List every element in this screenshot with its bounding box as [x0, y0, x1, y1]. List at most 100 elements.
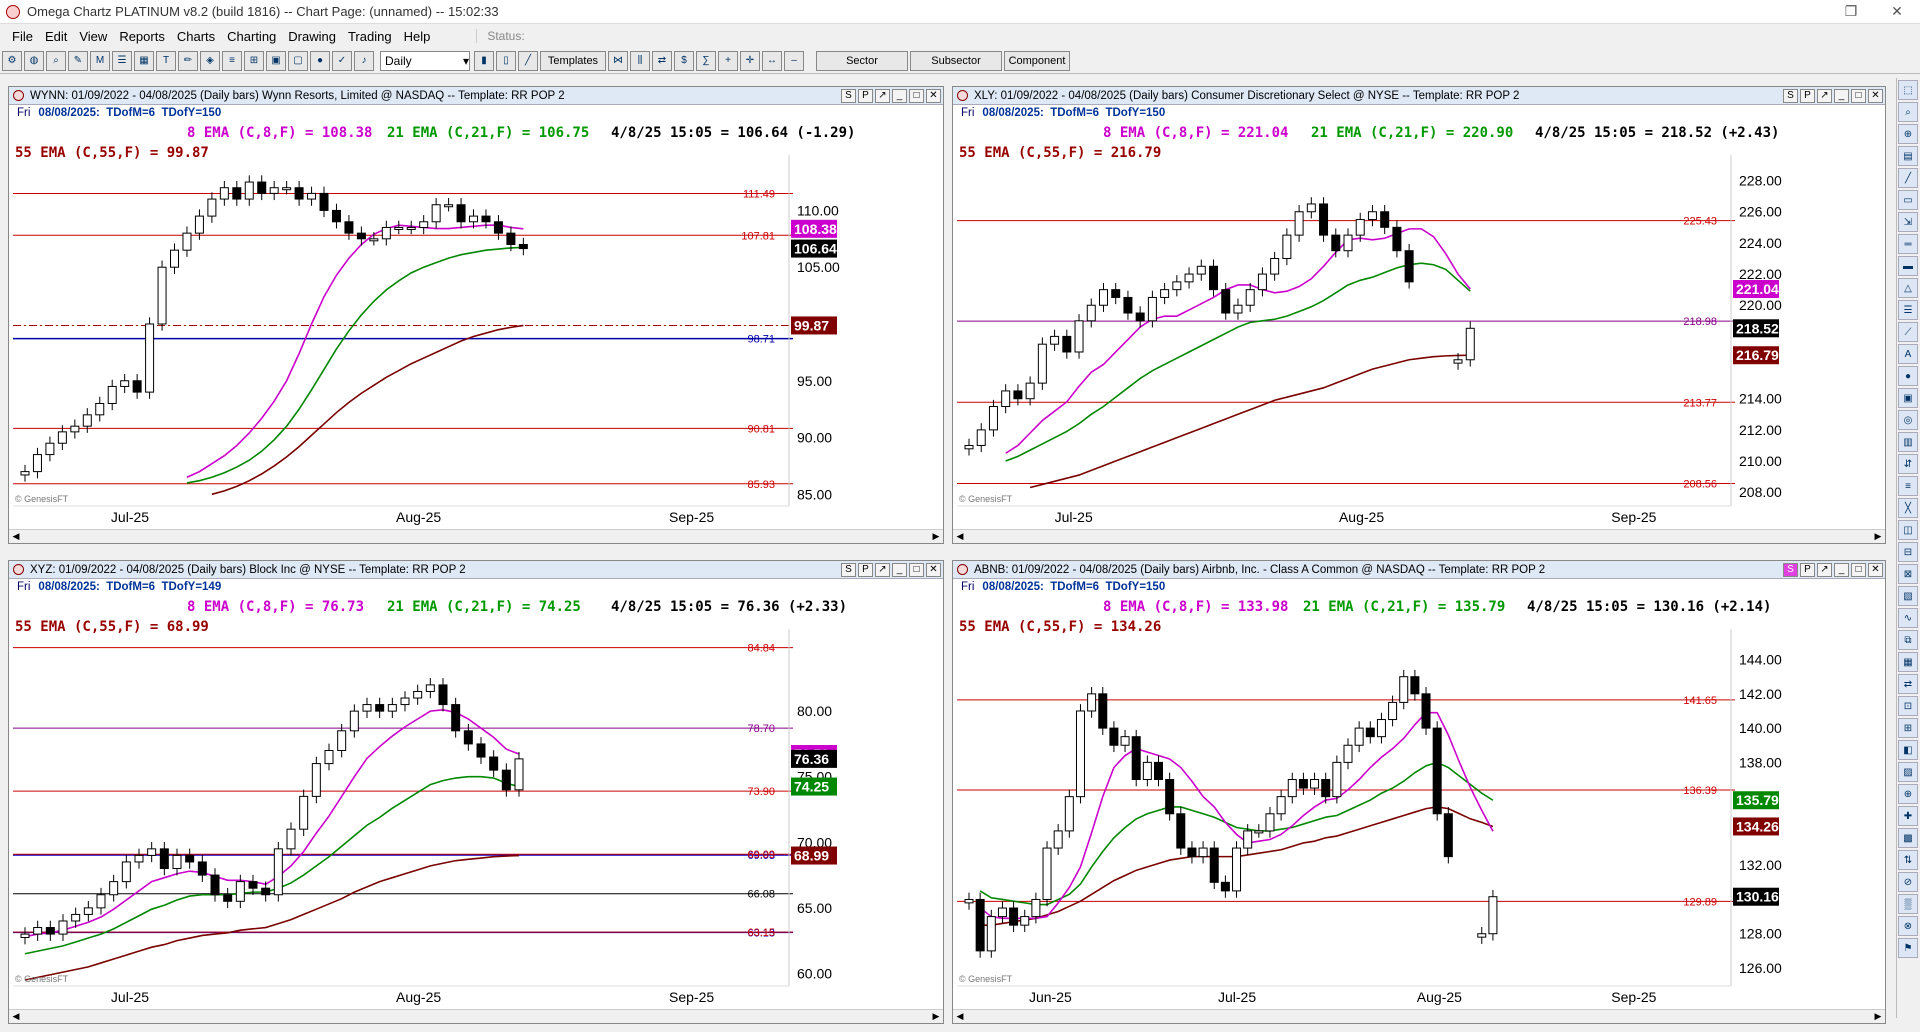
candle[interactable] — [96, 887, 106, 915]
candle[interactable] — [1477, 926, 1487, 944]
candle[interactable] — [58, 914, 68, 941]
candle[interactable] — [362, 697, 372, 718]
candle[interactable] — [1354, 721, 1364, 753]
panel-symbol-icon[interactable] — [957, 564, 968, 575]
scroll-right-icon[interactable]: ▶ — [1871, 530, 1885, 543]
candle[interactable] — [1310, 772, 1320, 795]
candle[interactable] — [406, 220, 416, 235]
candle[interactable] — [476, 737, 486, 764]
interval-select[interactable]: Daily ▾ — [380, 50, 470, 71]
draw-tool-22-icon[interactable]: ⊟ — [1898, 542, 1918, 562]
panel-minimize-icon[interactable]: _ — [892, 88, 907, 103]
draw-tool-9-icon[interactable]: ▬ — [1898, 256, 1918, 276]
candle[interactable] — [381, 220, 391, 246]
price-chart[interactable]: 8 EMA (C,8,F) = 76.73 21 EMA (C,21,F) = 7… — [9, 595, 943, 1008]
candle[interactable] — [1265, 806, 1275, 838]
candle[interactable] — [1111, 282, 1121, 305]
candle[interactable] — [121, 855, 131, 889]
candle[interactable] — [1380, 205, 1390, 235]
candle[interactable] — [294, 181, 304, 206]
scroll-left-icon[interactable]: ◀ — [9, 530, 23, 543]
candle[interactable] — [1319, 197, 1329, 242]
candle[interactable] — [1131, 729, 1141, 787]
pencil-icon[interactable]: ✏ — [178, 50, 198, 71]
scroll-right-icon[interactable]: ▶ — [929, 1010, 943, 1023]
candle[interactable] — [1331, 228, 1341, 258]
panel-maximize-icon[interactable]: □ — [1851, 562, 1866, 577]
draw-tool-18-icon[interactable]: ⇵ — [1898, 454, 1918, 474]
candle[interactable] — [95, 396, 105, 422]
candle[interactable] — [514, 752, 524, 797]
scroll-left-icon[interactable]: ◀ — [953, 1010, 967, 1023]
candle[interactable] — [489, 750, 499, 777]
candle[interactable] — [1142, 755, 1152, 787]
grid-icon[interactable]: ▦ — [134, 50, 154, 71]
candle[interactable] — [1176, 806, 1186, 855]
candle[interactable] — [1232, 841, 1242, 898]
draw-tool-36-icon[interactable]: ⇅ — [1898, 850, 1918, 870]
candle[interactable] — [1165, 772, 1175, 821]
candle[interactable] — [964, 438, 974, 456]
draw-tool-33-icon[interactable]: ⊕ — [1898, 784, 1918, 804]
draw-tool-15-icon[interactable]: ▣ — [1898, 388, 1918, 408]
dollar-icon[interactable]: $ — [674, 50, 694, 71]
candle[interactable] — [232, 181, 242, 206]
candle[interactable] — [1025, 376, 1035, 406]
candle[interactable] — [456, 198, 466, 229]
draw-tool-17-icon[interactable]: ▥ — [1898, 432, 1918, 452]
candle[interactable] — [1355, 212, 1365, 242]
candle[interactable] — [1009, 901, 1019, 932]
candle[interactable] — [1050, 329, 1060, 351]
draw-tool-32-icon[interactable]: ▨ — [1898, 762, 1918, 782]
candle[interactable] — [70, 419, 80, 439]
candle[interactable] — [20, 464, 30, 482]
candle[interactable] — [964, 892, 974, 910]
panel-pin-icon[interactable]: ↗ — [875, 562, 890, 577]
candle[interactable] — [1294, 205, 1304, 242]
draw-tool-2-icon[interactable]: ⌕ — [1898, 102, 1918, 122]
candle[interactable] — [172, 848, 182, 876]
candle[interactable] — [1098, 282, 1108, 312]
candle[interactable] — [1399, 669, 1409, 710]
candle[interactable] — [120, 374, 130, 394]
candle[interactable] — [1160, 282, 1170, 305]
candle[interactable] — [145, 317, 155, 399]
candle[interactable] — [394, 220, 404, 235]
line-chart-icon[interactable]: ╱ — [518, 50, 538, 71]
candle[interactable] — [425, 678, 435, 699]
candle[interactable] — [1254, 824, 1264, 838]
candle[interactable] — [337, 723, 347, 758]
scroll-right-icon[interactable]: ▶ — [1871, 1010, 1885, 1023]
panel-symbol-icon[interactable] — [957, 90, 968, 101]
candle[interactable] — [413, 684, 423, 705]
candle[interactable] — [344, 215, 354, 240]
candle[interactable] — [286, 822, 296, 856]
panel-p-button[interactable]: P — [1800, 88, 1815, 103]
candle[interactable] — [1287, 772, 1297, 804]
candle[interactable] — [1147, 290, 1157, 328]
panel-minimize-icon[interactable]: _ — [1834, 88, 1849, 103]
panel-close-icon[interactable]: ✕ — [1868, 88, 1883, 103]
traffic-icon[interactable]: ◍ — [24, 50, 44, 71]
draw-tool-3-icon[interactable]: ⊕ — [1898, 124, 1918, 144]
candle[interactable] — [431, 198, 441, 229]
candle[interactable] — [1332, 755, 1342, 804]
candle[interactable] — [219, 181, 229, 206]
candle[interactable] — [1198, 841, 1208, 864]
stats-icon[interactable]: ∑ — [696, 50, 716, 71]
candle[interactable] — [147, 842, 157, 863]
candle[interactable] — [1276, 789, 1286, 821]
candle[interactable] — [107, 379, 117, 411]
candle[interactable] — [182, 226, 192, 257]
menu-drawing[interactable]: Drawing — [282, 29, 342, 44]
panel-minimize-icon[interactable]: _ — [892, 562, 907, 577]
price-chart[interactable]: 8 EMA (C,8,F) = 133.98 21 EMA (C,21,F) = … — [953, 595, 1885, 1008]
price-chart[interactable]: 8 EMA (C,8,F) = 108.38 21 EMA (C,21,F) = … — [9, 121, 943, 528]
horizontal-scrollbar[interactable]: ◀ ▶ — [953, 1009, 1885, 1023]
panel-pin-icon[interactable]: ↗ — [875, 88, 890, 103]
record-icon[interactable]: ● — [310, 50, 330, 71]
candle[interactable] — [282, 181, 292, 195]
draw-tool-20-icon[interactable]: ╳ — [1898, 498, 1918, 518]
candle[interactable] — [451, 697, 461, 738]
candle[interactable] — [210, 868, 220, 902]
